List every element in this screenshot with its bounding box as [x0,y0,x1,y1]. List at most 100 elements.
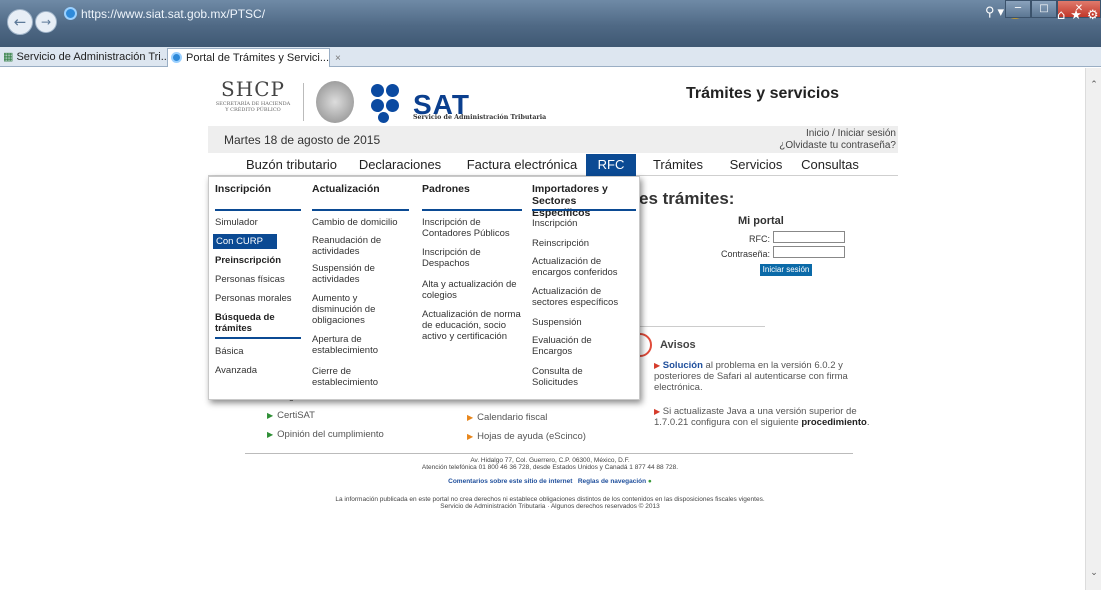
menu-item-personas-morales[interactable]: Personas morales [215,293,292,304]
green-arrow-icon: ▶ [267,430,274,439]
tab-favicon-icon: ▦ [3,51,14,63]
sat-logo-subtitle: Servicio de Administración Tributaria [413,114,547,121]
maximize-button[interactable]: □ [1031,0,1057,18]
divider [640,326,765,327]
home-icon[interactable]: ⌂★⚙ [1057,8,1101,23]
page-content: SHCP SECRETARÍA DE HACIENDA Y CRÉDITO PÚ… [0,68,1085,590]
menu-item-evaluacion-encargos[interactable]: Evaluación de Encargos [532,335,612,357]
section-title: es trámites: [639,189,735,208]
menu-col-padrones: Padrones Inscripción de Contadores Públi… [422,177,522,401]
heading-underline [312,209,409,211]
url-text[interactable]: https://www.siat.sat.gob.mx/PTSC/ [64,4,354,24]
link-label: Hojas de ayuda (eScinco) [477,431,586,442]
portal-title: Mi portal [738,215,784,227]
menu-item-sectores-especificos[interactable]: Actualización de sectores específicos [532,286,622,308]
menu-heading-actualizacion: Actualización [312,183,380,195]
shcp-logo-sub2: Y CRÉDITO PÚBLICO [225,107,281,113]
nav-declaraciones[interactable]: Declaraciones [355,154,445,176]
avisos-heading: Avisos [660,339,696,351]
main-nav: Buzón tributario Declaraciones Factura e… [208,154,898,176]
link-hojas-ayuda[interactable]: ▶ Hojas de ayuda (eScinco) [467,431,586,442]
session-links: Inicio / Iniciar sesión ¿Olvidaste tu co… [779,128,896,152]
browser-titlebar: ← → https://www.siat.sat.gob.mx/PTSC/ ⚲▾… [0,0,1101,47]
menu-col-actualizacion: Actualización Cambio de domicilio Reanud… [312,177,412,401]
menu-item-encargos-conferidos[interactable]: Actualización de encargos conferidos [532,256,622,278]
footer-badge-icon: ● [647,478,652,485]
info-bar: Martes 18 de agosto de 2015 Inicio / Ini… [208,126,898,153]
login-button[interactable]: Iniciar sesión [760,264,812,276]
menu-item-apertura[interactable]: Apertura de establecimiento [312,334,390,356]
menu-item-norma-educacion[interactable]: Actualización de norma de educación, soc… [422,309,522,342]
nav-factura-electronica[interactable]: Factura electrónica [458,154,586,176]
menu-item-cambio-domicilio[interactable]: Cambio de domicilio [312,217,398,228]
vertical-scrollbar[interactable]: ⌃ ⌄ [1085,68,1101,590]
menu-item-colegios[interactable]: Alta y actualización de colegios [422,279,520,301]
menu-heading-importadores: Importadores y Sectores Específicos [532,183,608,219]
aviso-java: ▶ Si actualizaste Java a una versión sup… [654,406,889,428]
footer-links: Comentarios sobre este sitio de internet… [240,478,860,486]
menu-item-suspension-sectores[interactable]: Suspensión [532,317,582,328]
logo-divider [303,83,304,121]
nav-buzon-tributario[interactable]: Buzón tributario [238,154,345,176]
menu-item-reinscripcion[interactable]: Reinscripción [532,238,589,249]
aviso-java-link[interactable]: procedimiento [801,417,866,428]
menu-item-personas-fisicas[interactable]: Personas físicas [215,274,285,285]
tab-label: Servicio de Administración Tri... [16,51,170,63]
heading-underline [532,209,636,211]
rfc-label: RFC: [749,234,770,244]
aviso-safari-link[interactable]: Solución [663,360,703,371]
shcp-logo[interactable]: SHCP SECRETARÍA DE HACIENDA Y CRÉDITO PÚ… [208,77,298,127]
footer-phone: Atención telefónica 01 800 46 36 728, de… [421,464,679,471]
rfc-input[interactable] [773,231,845,243]
link-certisat[interactable]: ▶ CertiSAT [267,410,315,421]
aviso-java-end: . [866,417,870,428]
menu-item-basica[interactable]: Básica [215,346,244,357]
back-button[interactable]: ← [7,9,33,35]
nav-tramites[interactable]: Trámites [646,154,710,176]
tab-close-icon[interactable]: × [335,53,341,64]
menu-item-reanudacion[interactable]: Reanudación de actividades [312,235,390,257]
minimize-button[interactable]: ─ [1005,0,1031,18]
menu-item-contadores-publicos[interactable]: Inscripción de Contadores Públicos [422,217,514,239]
menu-heading-inscripcion: Inscripción [215,183,272,195]
login-link[interactable]: Inicio / Iniciar sesión [779,128,896,140]
password-input[interactable] [773,246,845,258]
address-bar[interactable]: https://www.siat.sat.gob.mx/PTSC/ ⚲▾🔒↻ [62,4,1101,26]
menu-item-despachos[interactable]: Inscripción de Despachos [422,247,500,269]
sat-dot [378,112,389,123]
menu-item-con-curp[interactable]: Con CURP [213,234,277,249]
link-label: Calendario fiscal [477,412,548,423]
sat-dot [386,99,399,112]
scroll-down-icon[interactable]: ⌄ [1089,568,1099,578]
link-opinion[interactable]: ▶ Opinión del cumplimiento [267,429,384,440]
ie-icon [64,7,77,20]
current-date: Martes 18 de agosto de 2015 [224,133,381,147]
forward-button[interactable]: → [35,11,57,33]
sat-dot [371,99,384,112]
menu-item-consulta-solicitudes[interactable]: Consulta de Solicitudes [532,366,602,388]
national-seal-icon [316,81,354,123]
footer-comentarios-link[interactable]: Comentarios sobre este sitio de internet [448,478,572,485]
forgot-password-link[interactable]: ¿Olvidaste tu contraseña? [779,140,896,152]
rfc-dropdown-menu: Inscripción Simulador Con CURP Preinscri… [208,176,640,400]
sat-logo[interactable]: SAT Servicio de Administración Tributari… [371,81,551,125]
menu-item-avanzada[interactable]: Avanzada [215,365,257,376]
menu-item-simulador[interactable]: Simulador [215,217,258,228]
orange-arrow-icon: ▶ [467,432,474,441]
nav-servicios[interactable]: Servicios [722,154,790,176]
nav-rfc[interactable]: RFC [586,154,636,176]
scroll-up-icon[interactable]: ⌃ [1089,80,1099,90]
menu-item-cierre[interactable]: Cierre de establecimiento [312,366,390,388]
tab-sat[interactable]: ▦ Servicio de Administración Tri... [0,48,170,67]
link-calendario[interactable]: ▶ Calendario fiscal [467,412,547,423]
tab-portal[interactable]: Portal de Trámites y Servici... × [167,48,341,67]
footer-copyright: Servicio de Administración Tributaria · … [440,503,660,510]
menu-item-suspension[interactable]: Suspensión de actividades [312,263,390,285]
footer-reglas-link[interactable]: Reglas de navegación [578,478,646,485]
menu-item-aumento-disminucion[interactable]: Aumento y disminución de obligaciones [312,293,390,326]
menu-item-inscripcion[interactable]: Inscripción [532,218,577,229]
nav-consultas[interactable]: Consultas [794,154,866,176]
link-label: CertiSAT [277,410,315,421]
browser-window: ← → https://www.siat.sat.gob.mx/PTSC/ ⚲▾… [0,0,1101,590]
ie-icon [171,52,182,63]
